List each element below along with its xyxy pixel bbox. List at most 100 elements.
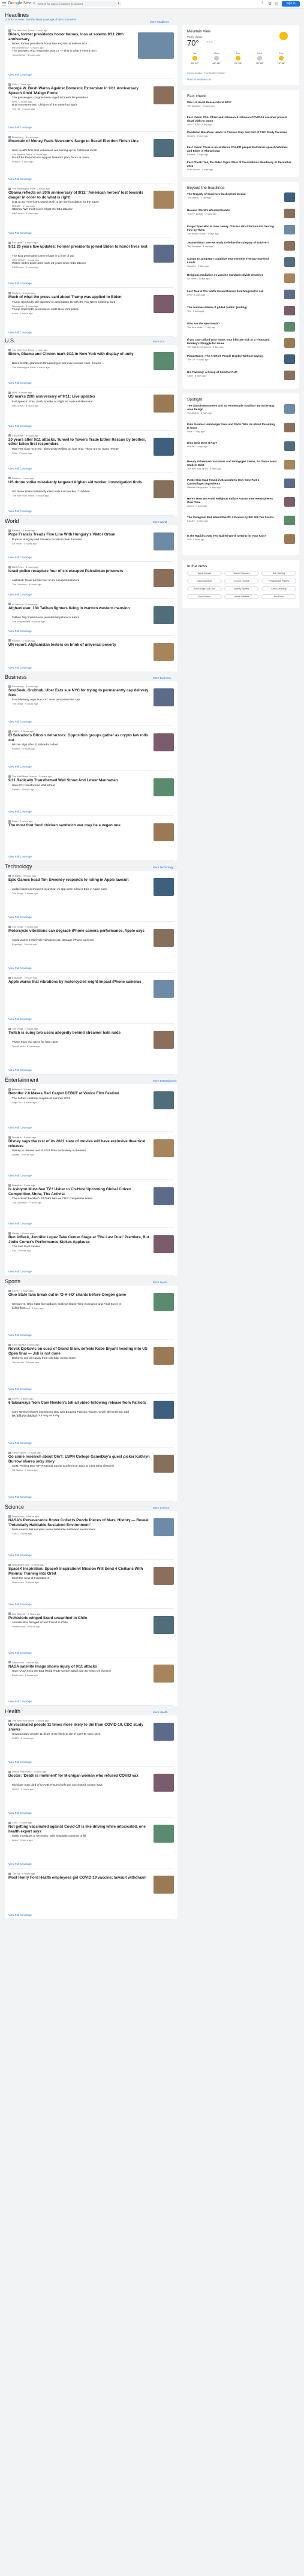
side-story-headline[interactable]: Is the Rapid COVID Test Mailed Worth Get… xyxy=(187,534,277,538)
story-thumbnail[interactable] xyxy=(153,1825,174,1843)
side-story[interactable]: Plaquetudes: The Art Rich People Display… xyxy=(187,354,295,361)
story-headline[interactable]: Pope Francis Treads Fine Line With Hunga… xyxy=(8,532,152,537)
side-story[interactable]: Dino Quiz Does It Pay? Vulture · 3 days a… xyxy=(187,441,295,448)
view-full-coverage-link[interactable]: View Full Coverage xyxy=(8,720,32,723)
apps-grid-icon[interactable] xyxy=(275,2,278,5)
story-headline[interactable]: Novak Djokovic on cusp of Grand Slam, de… xyxy=(8,1347,152,1356)
story-thumbnail[interactable] xyxy=(153,569,174,588)
side-story-headline[interactable]: If you can't afford your home, your bill… xyxy=(187,338,277,345)
story-thumbnail[interactable] xyxy=(153,1774,174,1792)
gear-icon[interactable]: ⚙ xyxy=(268,1,272,6)
story-headline[interactable]: Apple warns that vibrations by motorcycl… xyxy=(8,980,152,985)
side-story-thumbnail[interactable] xyxy=(284,404,295,414)
section-title-ent[interactable]: Entertainment xyxy=(5,1077,38,1083)
view-full-coverage-link[interactable]: View Full Coverage xyxy=(8,1018,32,1021)
side-story[interactable]: Here's How We Avoid Religious Failure Ac… xyxy=(187,497,295,507)
view-full-coverage-link[interactable]: View Full Coverage xyxy=(8,1651,32,1654)
story-thumbnail[interactable] xyxy=(153,980,174,998)
story-thumbnail[interactable] xyxy=(153,823,174,841)
side-story-thumbnail[interactable] xyxy=(284,371,295,380)
forecast-day[interactable]: Thu 74° 56° xyxy=(273,52,289,65)
side-story-headline[interactable]: Was Liz Hurst Bosses Mural 9/11? xyxy=(187,101,292,104)
view-full-coverage-link[interactable]: View Full Coverage xyxy=(8,1862,32,1865)
story-headline[interactable]: Motorcycle vibrations can degrade iPhone… xyxy=(8,929,152,934)
view-full-coverage-link[interactable]: View Full Coverage xyxy=(8,1761,32,1764)
side-story[interactable]: His Fawning: A Grasp of Smother Pet? Salo… xyxy=(187,371,295,377)
more-health-link[interactable]: More Health xyxy=(153,1711,168,1714)
story-thumbnail[interactable] xyxy=(153,929,174,947)
forecast-day[interactable]: Mon 81° 58° xyxy=(209,52,224,65)
side-story-thumbnail[interactable] xyxy=(284,423,295,432)
section-title-world[interactable]: World xyxy=(5,518,19,524)
view-full-coverage-link[interactable]: View Full Coverage xyxy=(8,967,32,970)
more-sports-link[interactable]: More Sports xyxy=(153,1281,168,1284)
google-news-logo[interactable]: Google News xyxy=(8,1,34,5)
story-thumbnail[interactable] xyxy=(153,352,174,370)
topic-chip[interactable]: Eric Sterling xyxy=(261,571,296,576)
side-story-headline[interactable]: Kids Summer Hamburger Vans and Parks Tel… xyxy=(187,423,277,430)
side-story[interactable]: Fact Check: Yes, the Biden Signs Were of… xyxy=(187,161,295,171)
view-full-coverage-link[interactable]: View Full Coverage xyxy=(8,1913,32,1916)
side-story[interactable]: Jeanne Mann: Are we ready to define the … xyxy=(187,241,295,248)
story-thumbnail[interactable] xyxy=(153,1347,174,1365)
side-story[interactable]: Pirate Ship Haul Found in Seaworld to On… xyxy=(187,479,295,489)
topic-chip[interactable]: Rose Ridge Golf Club xyxy=(187,586,222,591)
view-full-coverage-link[interactable]: View Full Coverage xyxy=(8,765,32,768)
view-full-coverage-link[interactable]: View Full Coverage xyxy=(8,1811,32,1814)
view-full-coverage-link[interactable]: View Full Coverage xyxy=(8,1334,32,1337)
story-headline[interactable]: Twitch is suing two users allegedly behi… xyxy=(8,1031,152,1036)
side-story-thumbnail[interactable] xyxy=(284,460,295,470)
story-headline[interactable]: Ohio State fans break out in 'O-H-I-O' c… xyxy=(8,1293,152,1298)
topic-chip[interactable]: Eric Dane xyxy=(261,594,296,599)
story-thumbnail[interactable] xyxy=(153,395,174,413)
view-full-coverage-link[interactable]: View Full Coverage xyxy=(8,467,32,470)
story-thumbnail[interactable] xyxy=(153,139,174,157)
side-story-headline[interactable]: Camps to Jumpstart Cognitive Improvement… xyxy=(187,257,277,264)
story-thumbnail[interactable] xyxy=(153,1615,174,1634)
story-headline[interactable]: SoulSeek, Grubhub, Uber Eats sue NYC for… xyxy=(8,688,152,697)
menu-icon[interactable] xyxy=(2,2,6,5)
story-thumbnail[interactable] xyxy=(153,191,174,209)
story-thumbnail[interactable] xyxy=(138,32,174,59)
side-story[interactable]: The Tragedy of Survivors Sucked Into Den… xyxy=(187,192,295,199)
story-thumbnail[interactable] xyxy=(153,1293,174,1311)
more-headlines-link[interactable]: More Headlines xyxy=(150,20,169,23)
story-thumbnail[interactable] xyxy=(153,245,174,263)
story-thumbnail[interactable] xyxy=(153,1876,174,1894)
story-headline[interactable]: 6 takeaways from Cam Newton's tell-all v… xyxy=(8,1401,152,1406)
side-story-headline[interactable]: The Tragedy of Survivors Sucked Into Den… xyxy=(187,192,277,196)
more-tech-link[interactable]: More Technology xyxy=(153,866,173,869)
side-story-headline[interactable]: Fact Check: Yes, the Biden Signs Were of… xyxy=(187,161,292,168)
story-thumbnail[interactable] xyxy=(153,1187,174,1205)
forecast-day[interactable]: Tue 78° 56° xyxy=(230,52,246,65)
story-headline[interactable]: The most foot food chicken sandwich war … xyxy=(8,823,152,828)
view-full-coverage-link[interactable]: View Full Coverage xyxy=(8,73,32,76)
view-full-coverage-link[interactable]: View Full Coverage xyxy=(8,810,32,813)
topic-chip[interactable]: United Kingdom xyxy=(224,571,259,576)
story-headline[interactable]: Doctor: 'Death is imminent' for Michigan… xyxy=(8,1774,152,1778)
side-story[interactable]: The Lincoln Monument and an 'Homemade Tr… xyxy=(187,404,295,414)
story-thumbnail[interactable] xyxy=(153,532,174,550)
side-story-thumbnail[interactable] xyxy=(284,322,295,332)
help-icon[interactable]: ? xyxy=(261,2,263,5)
story-thumbnail[interactable] xyxy=(153,86,174,104)
view-full-coverage-link[interactable]: View Full Coverage xyxy=(8,282,32,285)
view-full-coverage-link[interactable]: View Full Coverage xyxy=(8,916,32,919)
view-full-coverage-link[interactable]: View Full Coverage xyxy=(8,425,32,428)
view-full-coverage-link[interactable]: View Full Coverage xyxy=(8,331,32,334)
story-headline[interactable]: 20 years after 9/11 attacks, Tunnel to T… xyxy=(8,438,152,447)
story-headline[interactable]: 9/11 20 years live updates: Former presi… xyxy=(8,245,152,249)
story-headline[interactable]: UN report: Afghanistan teeters on brink … xyxy=(8,643,152,648)
view-full-coverage-link[interactable]: View Full Coverage xyxy=(8,1126,32,1129)
story-headline[interactable]: Most Henry Ford Health employees get COV… xyxy=(8,1876,152,1880)
side-story-headline[interactable]: Religious mediation vs vaccine mandates … xyxy=(187,273,277,277)
side-story-thumbnail[interactable] xyxy=(284,479,295,488)
temperature-unit-toggle[interactable]: °F | °C xyxy=(206,41,213,43)
side-story[interactable]: Fact check: FDA, Pfizer and Johnson & Jo… xyxy=(187,116,295,126)
story-headline[interactable]: Biden, Obama and Clinton mark 9/11 in Ne… xyxy=(8,352,152,357)
view-full-coverage-link[interactable]: View Full Coverage xyxy=(8,1069,32,1072)
view-full-coverage-link[interactable]: View Full Coverage xyxy=(8,1603,32,1606)
view-full-coverage-link[interactable]: View Full Coverage xyxy=(8,231,32,234)
side-story[interactable]: Kids Summer Hamburger Vans and Parks Tel… xyxy=(187,423,295,433)
forecast-day[interactable]: Sun 80° 57° xyxy=(187,52,203,65)
